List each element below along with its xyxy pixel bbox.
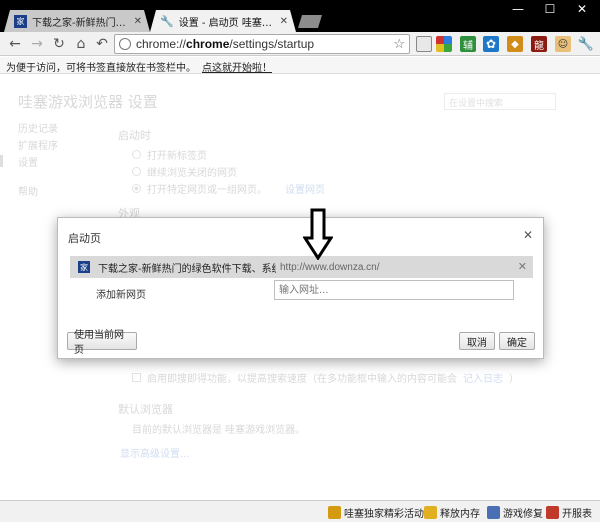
trophy-icon (328, 506, 341, 519)
grid-icon[interactable] (436, 36, 452, 52)
home-icon[interactable]: ⌂ (72, 35, 90, 53)
title-bar: 家 下载之家-新鲜热门的绿色 ✕ 🔧 设置 - 启动页 哇塞游戏浏览 ✕ — ☐… (0, 0, 600, 32)
close-window-icon[interactable]: ✕ (566, 0, 598, 18)
game-repair-button[interactable]: 游戏修复 (487, 505, 543, 520)
cancel-button[interactable]: 取消 (459, 332, 495, 350)
use-current-pages-button[interactable]: 使用当前网页 (67, 330, 137, 356)
wrench-icon[interactable]: 🔧 (578, 36, 594, 52)
maximize-icon[interactable]: ☐ (534, 0, 566, 18)
tab-downza[interactable]: 家 下载之家-新鲜热门的绿色 ✕ (4, 10, 150, 32)
arrow-down-icon (303, 208, 333, 260)
downza-favicon-icon: 家 (14, 15, 27, 28)
close-icon[interactable]: ✕ (523, 228, 533, 242)
add-page-label: 添加新网页 (96, 290, 146, 301)
startup-page-entry[interactable]: 家 下载之家-新鲜热门的绿色软件下载、系统... http://www.down… (70, 256, 533, 278)
bookmark-star-icon[interactable]: ☆ (393, 36, 405, 52)
close-icon[interactable]: ✕ (280, 16, 288, 27)
close-icon[interactable]: ✕ (134, 16, 142, 27)
toolbar: ← → ↻ ⌂ ↶ chrome://chrome/settings/start… (0, 32, 600, 56)
minimize-icon[interactable]: — (502, 0, 534, 18)
undo-icon[interactable]: ↶ (93, 35, 111, 53)
bookmark-bar: 为便于访问，可将书签直接放在书签栏中。 点这就开始啦！ (0, 57, 600, 74)
user-icon[interactable]: ☺ (555, 36, 571, 52)
gear-icon[interactable]: ✿ (483, 36, 499, 52)
startup-pages-dialog: 启动页 ✕ 家 下载之家-新鲜热门的绿色软件下载、系统... http://ww… (57, 217, 544, 359)
new-page-url-input[interactable] (274, 280, 514, 300)
server-list-icon (546, 506, 559, 519)
tab-settings[interactable]: 🔧 设置 - 启动页 哇塞游戏浏览 ✕ (150, 10, 296, 32)
address-bar[interactable]: chrome://chrome/settings/startup ☆ (114, 34, 410, 54)
exclusive-events-button[interactable]: 哇塞独家精彩活动 (328, 505, 424, 520)
ok-button[interactable]: 确定 (499, 332, 535, 350)
window-icon[interactable] (416, 36, 432, 52)
server-list-button[interactable]: 开服表 (546, 505, 592, 520)
wrench-icon: 🔧 (160, 14, 174, 28)
startup-page-url: http://www.downza.cn/ (280, 261, 380, 273)
status-bar: 哇塞独家精彩活动 释放内存 游戏修复 开服表 (0, 500, 600, 522)
remove-entry-icon[interactable]: ✕ (518, 260, 527, 273)
bookmark-hint: 为便于访问，可将书签直接放在书签栏中。 (6, 63, 196, 74)
downza-favicon-icon: 家 (78, 261, 90, 273)
game-icon[interactable]: ◆ (507, 36, 523, 52)
fu-icon[interactable]: 辅 (460, 36, 476, 52)
page-info-icon[interactable] (119, 38, 131, 50)
tab-title: 设置 - 启动页 哇塞游戏浏览 (178, 17, 272, 29)
startup-page-title: 下载之家-新鲜热门的绿色软件下载、系统... (98, 263, 276, 275)
address-url: chrome://chrome/settings/startup (136, 37, 315, 51)
reload-icon[interactable]: ↻ (50, 35, 68, 53)
bookmark-start-link[interactable]: 点这就开始啦！ (202, 63, 272, 74)
broom-icon (424, 506, 437, 519)
tab-title: 下载之家-新鲜热门的绿色 (32, 17, 126, 29)
wrench-icon (487, 506, 500, 519)
new-tab-button[interactable] (298, 15, 322, 28)
dialog-title: 启动页 (68, 232, 101, 245)
back-icon[interactable]: ← (6, 35, 24, 53)
forward-icon[interactable]: → (28, 35, 46, 53)
free-memory-button[interactable]: 释放内存 (424, 505, 480, 520)
dragon-icon[interactable]: 龍 (531, 36, 547, 52)
